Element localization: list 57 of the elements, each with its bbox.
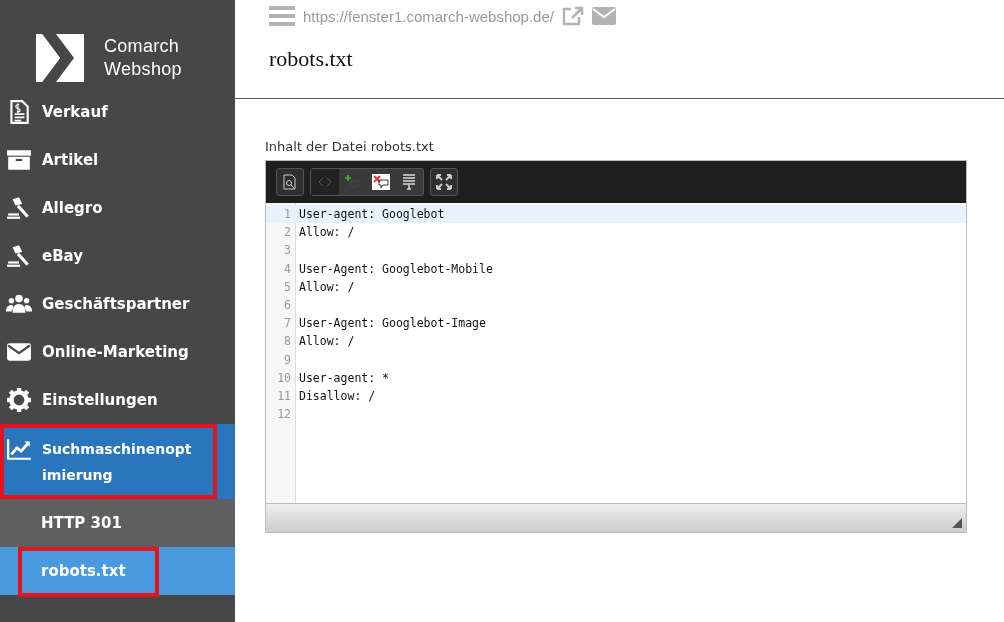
line-number: 5 [283,279,291,294]
line-number: 2 [283,225,291,240]
code-line: User-Agent: Googlebot-Mobile [299,261,493,276]
sidebar-item-label: Suchmaschinenopt imierung [42,440,192,485]
remove-comment-icon [372,174,390,190]
sidebar-item[interactable]: Einstellungen [0,376,235,424]
resize-handle-icon[interactable] [952,518,962,528]
fullscreen-icon [436,174,452,190]
code-icon [318,177,332,187]
code-line: Allow: / [299,279,355,294]
code-line: User-agent: * [299,370,389,385]
sidebar-item[interactable]: Online-Marketing [0,328,235,376]
sidebar-item-label: Verkauf [42,102,108,123]
page-title: robots.txt [269,46,354,72]
line-number: 4 [283,261,291,276]
sidebar-item-label: Allegro [42,198,103,219]
brand-name: Comarch [104,35,181,58]
editor-label: Inhalt der Datei robots.txt [265,139,435,154]
sidebar-item[interactable]: Artikel [0,136,235,184]
sidebar-item[interactable]: Verkauf [0,88,235,136]
code-line: Allow: / [299,334,355,349]
line-number: 1 [283,207,291,222]
gavel-icon [6,195,32,221]
line-number: 7 [283,316,291,331]
line-number: 6 [283,298,291,313]
preview-button[interactable] [276,168,304,196]
sidebar-item[interactable]: Allegro [0,184,235,232]
sidebar-item[interactable]: Geschäftspartner [0,280,235,328]
gavel-icon [6,243,32,269]
code-line: User-Agent: Googlebot-Image [299,316,486,331]
line-number: 11 [276,388,291,403]
settings-icon [6,387,32,413]
sidebar-item-label: Einstellungen [42,390,158,411]
sidebar-item-label: Online-Marketing [42,342,189,363]
code-line: Disallow: / [299,388,376,403]
sidebar-item[interactable]: Suchmaschinenopt imierung [0,424,235,499]
add-comment-icon [344,174,362,190]
line-chart-icon [6,436,32,462]
line-number: 9 [283,352,291,367]
search-document-icon [283,174,297,190]
line-number: 10 [276,370,291,385]
sidebar-item-label: eBay [42,246,84,267]
line-number: 12 [276,407,291,422]
line-number: 8 [283,334,291,349]
box-icon [6,147,32,173]
align-lines-icon [403,174,415,190]
sidebar-subitem-label: HTTP 301 [41,514,122,532]
sidebar-subitem[interactable]: HTTP 301 [0,499,235,547]
sidebar-item-label: Geschäftspartner [42,294,190,315]
line-number: 3 [283,243,291,258]
sidebar-subitem-label: robots.txt [41,562,126,580]
fullscreen-button[interactable] [430,168,458,196]
sidebar-item[interactable]: eBay [0,232,235,280]
brand-name: Webshop [104,58,182,81]
code-line: Allow: / [299,225,355,240]
sidebar-item-label: Artikel [42,150,99,171]
code-line: User-agent: Googlebot [299,207,445,222]
